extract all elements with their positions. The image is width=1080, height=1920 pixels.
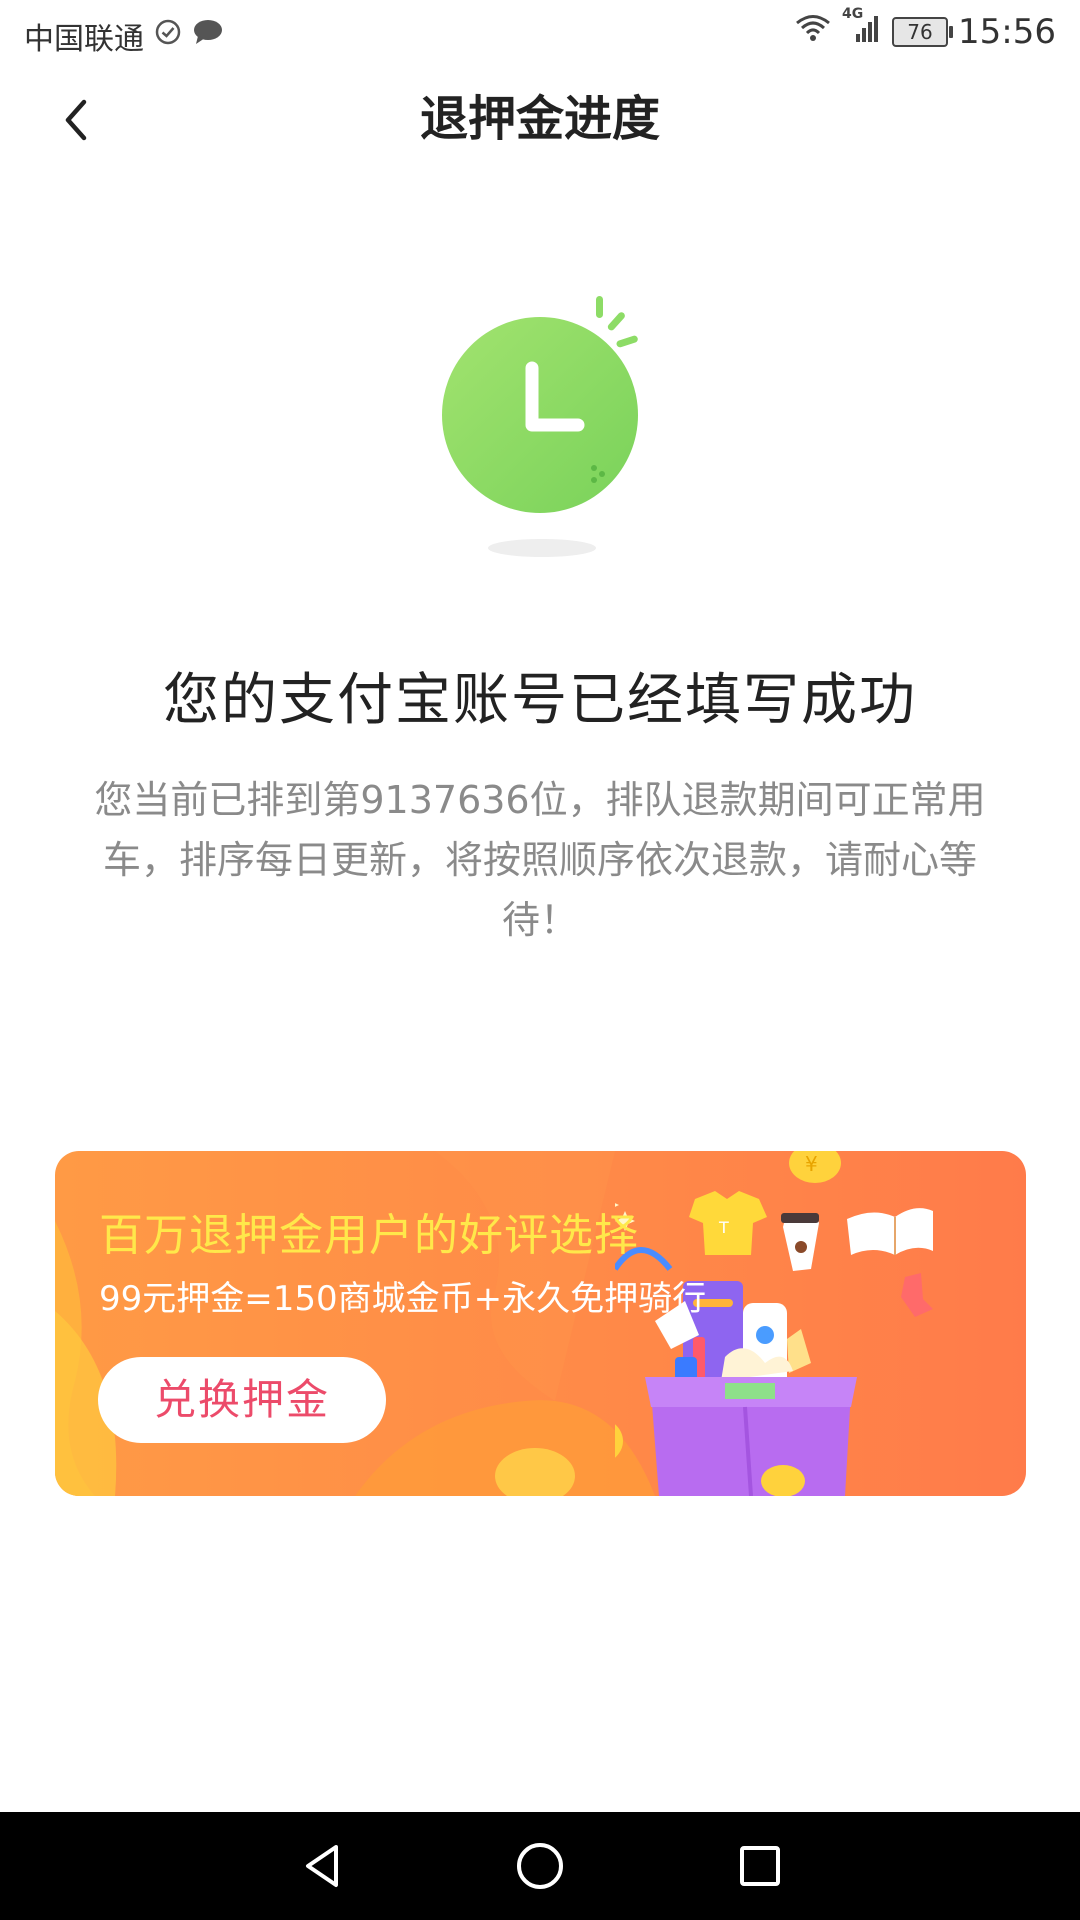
exchange-deposit-button[interactable]: 兑换押金 xyxy=(98,1357,386,1443)
sock-icon xyxy=(901,1273,933,1317)
status-bar: 中国联通 4G 76 15:56 xyxy=(0,0,1080,68)
screen: 中国联通 4G 76 15:56 退押金进度 您的支付宝账号已经填写成功 您当前… xyxy=(0,0,1080,1920)
signal-icon: 4G xyxy=(842,6,882,52)
queue-description: 您当前已排到第9137636位，排队退款期间可正常用车，排序每日更新，将按照顺序… xyxy=(94,778,986,942)
clock-time: 15:56 xyxy=(958,12,1056,52)
clock-illustration xyxy=(420,290,660,570)
promo-title: 百万退押金用户的好评选择 xyxy=(99,1210,639,1261)
book-icon xyxy=(847,1208,933,1255)
carrier-name: 中国联通 xyxy=(24,22,144,57)
clock-icon xyxy=(442,296,638,557)
chat-bubble-icon xyxy=(192,18,224,54)
promo-subtitle: 99元押金=150商城金币+永久免押骑行 xyxy=(99,1279,707,1319)
success-headline: 您的支付宝账号已经填写成功 xyxy=(163,668,917,733)
battery-icon: 76 xyxy=(892,17,954,47)
nav-bar: 退押金进度 xyxy=(0,68,1080,170)
status-left: 中国联通 xyxy=(24,14,224,58)
battery-level: 76 xyxy=(907,20,933,44)
status-right: 4G 76 15:56 xyxy=(794,6,1056,52)
wifi-icon xyxy=(794,12,832,52)
svg-text:T: T xyxy=(718,1218,729,1237)
gift-box-illustration: ¥ ¥ T xyxy=(615,1151,933,1496)
circle-home-icon xyxy=(517,1843,563,1889)
system-recents-button[interactable] xyxy=(733,1839,787,1893)
system-back-button[interactable] xyxy=(296,1839,350,1893)
triangle-back-icon xyxy=(306,1845,338,1887)
coin-icon xyxy=(615,1424,623,1458)
page-title: 退押金进度 xyxy=(419,91,660,147)
square-recents-icon xyxy=(740,1846,780,1886)
system-home-button[interactable] xyxy=(513,1839,567,1893)
system-nav-bar xyxy=(0,1812,1080,1920)
check-circle-icon xyxy=(154,18,182,54)
promo-banner[interactable]: 百万退押金用户的好评选择 99元押金=150商城金币+永久免押骑行 兑换押金 ¥… xyxy=(55,1151,1026,1496)
chevron-left-icon xyxy=(65,99,87,141)
network-type: 4G xyxy=(842,6,864,22)
svg-text:¥: ¥ xyxy=(805,1152,818,1176)
back-button[interactable] xyxy=(48,90,108,150)
coin-icon xyxy=(761,1465,805,1496)
